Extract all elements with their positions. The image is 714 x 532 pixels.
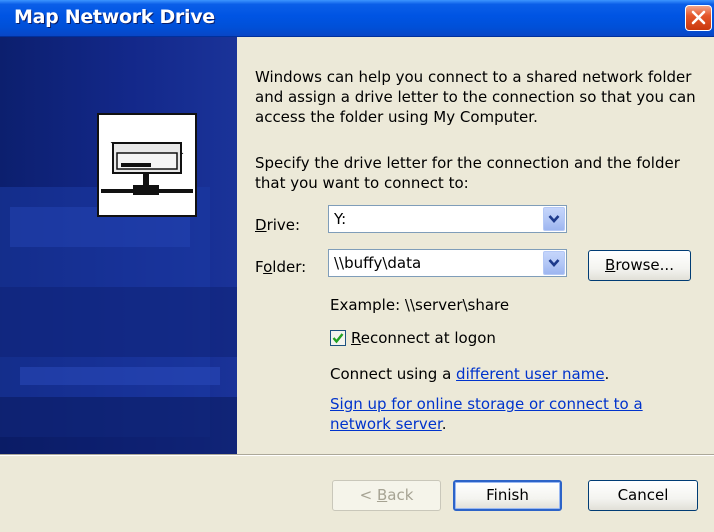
example-text: Example: \\server\share — [330, 296, 510, 314]
signup-line-2: network server. — [330, 415, 447, 433]
drive-combobox[interactable]: Y: — [328, 205, 567, 233]
folder-dropdown-button[interactable] — [543, 251, 565, 275]
folder-label: Folder: — [255, 258, 307, 276]
window-title: Map Network Drive — [14, 6, 215, 28]
intro-text-line-2: and assign a drive letter to the connect… — [255, 88, 696, 106]
reconnect-label[interactable]: Reconnect at logon — [351, 329, 496, 347]
map-network-drive-dialog: Map Network Drive Windows can help you c… — [0, 0, 714, 532]
chevron-down-icon — [548, 215, 560, 223]
cancel-button[interactable]: Cancel — [588, 480, 698, 511]
chevron-down-icon — [548, 259, 560, 267]
drive-label: Drive: — [255, 216, 301, 234]
different-user-name-link[interactable]: different user name — [456, 365, 605, 383]
drive-dropdown-button[interactable] — [543, 207, 565, 231]
close-icon — [691, 10, 706, 25]
intro-text-line-3: access the folder using My Computer. — [255, 108, 538, 126]
drive-value: Y: — [334, 210, 347, 228]
wizard-watermark-panel — [0, 37, 237, 454]
network-drive-icon — [97, 113, 197, 217]
connect-using-text: Connect using a different user name. — [330, 365, 610, 383]
title-bar[interactable]: Map Network Drive — [0, 0, 714, 37]
specify-text-line-1: Specify the drive letter for the connect… — [255, 154, 680, 172]
finish-button[interactable]: Finish — [453, 480, 562, 511]
signup-link-line-1[interactable]: Sign up for online storage or connect to… — [330, 395, 643, 413]
checkmark-icon — [332, 333, 344, 344]
close-button[interactable] — [685, 5, 712, 31]
browse-button[interactable]: Browse... — [588, 250, 691, 281]
folder-value: \\buffy\data — [334, 254, 422, 272]
signup-link-line-2[interactable]: network server — [330, 415, 442, 433]
footer-divider — [0, 454, 714, 456]
intro-text-line-1: Windows can help you connect to a shared… — [255, 68, 692, 86]
folder-combobox[interactable]: \\buffy\data — [328, 249, 567, 277]
dialog-content: Windows can help you connect to a shared… — [237, 37, 714, 454]
back-button[interactable]: < Back — [332, 480, 441, 511]
specify-text-line-2: that you want to connect to: — [255, 174, 469, 192]
reconnect-checkbox[interactable] — [330, 330, 346, 346]
watermark-drive-graphic — [0, 187, 237, 454]
